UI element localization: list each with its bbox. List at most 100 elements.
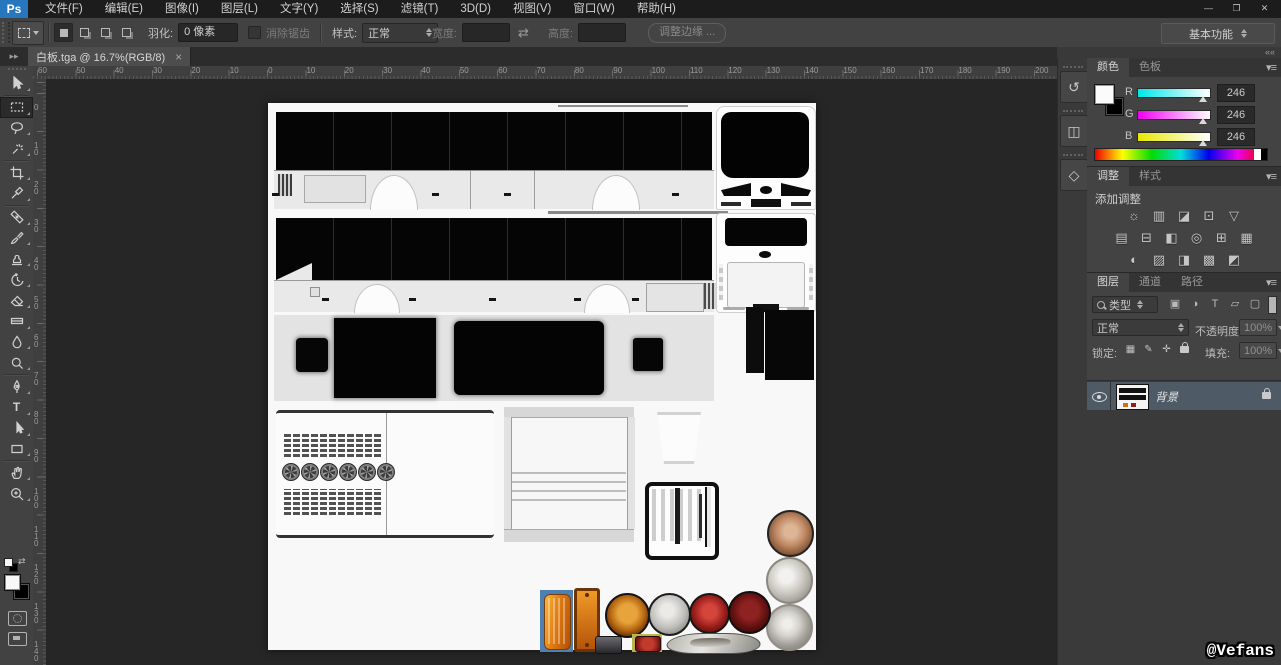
selection-add-button[interactable] bbox=[75, 23, 94, 42]
height-input[interactable] bbox=[578, 23, 626, 42]
channel-value-input[interactable]: 246 bbox=[1217, 84, 1255, 102]
pasteboard[interactable] bbox=[46, 79, 1057, 665]
menu-item-2[interactable]: 图像(I) bbox=[154, 0, 210, 18]
menu-item-10[interactable]: 帮助(H) bbox=[626, 0, 687, 18]
channel-mixer-icon[interactable]: ⊞ bbox=[1212, 229, 1232, 246]
crop-tool[interactable] bbox=[0, 162, 33, 183]
shape-layer-filter-icon[interactable]: ▱ bbox=[1227, 296, 1243, 312]
workspace-switcher[interactable]: 基本功能 bbox=[1161, 23, 1275, 44]
tab-图层[interactable]: 图层 bbox=[1087, 273, 1129, 292]
color-balance-icon[interactable]: ⊟ bbox=[1137, 229, 1157, 246]
menu-item-3[interactable]: 图层(L) bbox=[210, 0, 269, 18]
slider-thumb-icon[interactable] bbox=[1199, 118, 1207, 124]
move-tool[interactable] bbox=[0, 73, 33, 94]
lock-all-icon[interactable] bbox=[1177, 342, 1192, 357]
fill-value[interactable]: 100% bbox=[1239, 342, 1277, 359]
brightness-contrast-icon[interactable]: ☼ bbox=[1124, 207, 1144, 224]
menu-item-9[interactable]: 窗口(W) bbox=[562, 0, 626, 18]
lock-transparent-icon[interactable]: ▦ bbox=[1123, 342, 1138, 357]
hue-saturation-icon[interactable]: ▤ bbox=[1112, 229, 1132, 246]
eyedropper-tool[interactable] bbox=[0, 183, 33, 204]
horizontal-ruler[interactable]: 6050403020100102030405060708090100110120… bbox=[33, 66, 1057, 80]
tab-通道[interactable]: 通道 bbox=[1129, 273, 1171, 292]
smart-object-filter-icon[interactable]: ▢ bbox=[1247, 296, 1263, 312]
photo-filter-icon[interactable]: ◎ bbox=[1187, 229, 1207, 246]
layer-filter-type-select[interactable]: 类型 bbox=[1092, 296, 1158, 313]
color-lookup-icon[interactable]: ▦ bbox=[1237, 229, 1257, 246]
minimize-button[interactable]: — bbox=[1195, 1, 1222, 16]
quick-mask-button[interactable] bbox=[8, 611, 27, 626]
rectangle-tool[interactable] bbox=[0, 439, 33, 460]
style-select[interactable]: 正常 bbox=[362, 23, 438, 43]
close-button[interactable]: ✕ bbox=[1251, 1, 1278, 16]
gradient-tool[interactable] bbox=[0, 311, 33, 332]
menu-item-8[interactable]: 视图(V) bbox=[502, 0, 562, 18]
type-tool[interactable]: T bbox=[0, 397, 33, 418]
channel-value-input[interactable]: 246 bbox=[1217, 106, 1255, 124]
document-tab[interactable]: 白板.tga @ 16.7%(RGB/8) × bbox=[28, 47, 191, 66]
panel-menu-icon[interactable]: ▾≡ bbox=[1266, 170, 1276, 183]
properties-panel-button[interactable]: ◫ bbox=[1060, 115, 1088, 147]
eraser-tool[interactable] bbox=[0, 290, 33, 311]
exposure-icon[interactable]: ⊡ bbox=[1199, 207, 1219, 224]
tab-路径[interactable]: 路径 bbox=[1171, 273, 1213, 292]
menu-item-4[interactable]: 文字(Y) bbox=[269, 0, 329, 18]
menu-item-7[interactable]: 3D(D) bbox=[449, 0, 502, 18]
zoom-tool[interactable] bbox=[0, 483, 33, 504]
opacity-value[interactable]: 100% bbox=[1239, 319, 1277, 336]
selective-color-icon[interactable]: ◩ bbox=[1224, 251, 1244, 268]
screen-mode-button[interactable] bbox=[8, 632, 27, 646]
adjustment-layer-filter-icon[interactable]: ◑ bbox=[1187, 296, 1203, 312]
menu-item-1[interactable]: 编辑(E) bbox=[94, 0, 154, 18]
posterize-icon[interactable]: ▨ bbox=[1149, 251, 1169, 268]
visibility-cell[interactable] bbox=[1087, 382, 1111, 410]
threshold-icon[interactable]: ◨ bbox=[1174, 251, 1194, 268]
swap-dimensions-icon[interactable]: ⇄ bbox=[518, 25, 529, 41]
foreground-swatch[interactable] bbox=[1094, 84, 1115, 105]
pen-tool[interactable] bbox=[0, 376, 33, 397]
curves-icon[interactable]: ◪ bbox=[1174, 207, 1194, 224]
slider-thumb-icon[interactable] bbox=[1199, 140, 1207, 146]
channel-value-input[interactable]: 246 bbox=[1217, 128, 1255, 146]
selection-subtract-button[interactable] bbox=[96, 23, 115, 42]
toolbar-collapse-icon[interactable]: ▸▸ bbox=[0, 47, 28, 66]
gradient-map-icon[interactable]: ▩ bbox=[1199, 251, 1219, 268]
blur-tool[interactable] bbox=[0, 332, 33, 353]
feather-input[interactable]: 0 像素 bbox=[178, 23, 238, 42]
tab-样式[interactable]: 样式 bbox=[1129, 167, 1171, 186]
document-canvas[interactable] bbox=[268, 103, 816, 650]
tab-颜色[interactable]: 颜色 bbox=[1087, 58, 1129, 77]
lock-position-icon[interactable]: ✛ bbox=[1159, 342, 1174, 357]
menu-item-5[interactable]: 选择(S) bbox=[329, 0, 389, 18]
type-layer-filter-icon[interactable]: T bbox=[1207, 296, 1223, 312]
default-swap-colors[interactable]: ⇄ bbox=[4, 558, 28, 572]
color-spectrum-ramp[interactable] bbox=[1094, 148, 1268, 161]
tab-色板[interactable]: 色板 bbox=[1129, 58, 1171, 77]
tool-preset-picker[interactable] bbox=[12, 21, 44, 45]
foreground-color-swatch[interactable] bbox=[4, 574, 21, 591]
tab-调整[interactable]: 调整 bbox=[1087, 167, 1129, 186]
filter-toggle[interactable] bbox=[1268, 296, 1277, 314]
panel-menu-icon[interactable]: ▾≡ bbox=[1266, 276, 1276, 289]
invert-icon[interactable]: ◐ bbox=[1124, 251, 1144, 268]
history-panel-button[interactable]: ↺ bbox=[1060, 71, 1088, 103]
spot-healing-tool[interactable] bbox=[0, 207, 33, 228]
pixel-layer-filter-icon[interactable]: ▣ bbox=[1167, 296, 1183, 312]
slider-thumb-icon[interactable] bbox=[1199, 96, 1207, 102]
selection-intersect-button[interactable] bbox=[117, 23, 136, 42]
hand-tool[interactable] bbox=[0, 462, 33, 483]
rectangular-marquee-tool[interactable] bbox=[0, 97, 33, 118]
black-white-icon[interactable]: ◧ bbox=[1162, 229, 1182, 246]
3d-panel-button[interactable]: ◇ bbox=[1060, 159, 1088, 191]
panel-menu-icon[interactable]: ▾≡ bbox=[1266, 61, 1276, 74]
tab-close-icon[interactable]: × bbox=[175, 50, 182, 64]
refine-edge-button[interactable]: 调整边缘 ... bbox=[648, 23, 726, 43]
layer-thumbnail[interactable] bbox=[1116, 384, 1149, 410]
layer-row-background[interactable]: 背景 bbox=[1087, 382, 1281, 410]
levels-icon[interactable]: ▥ bbox=[1149, 207, 1169, 224]
menu-item-6[interactable]: 滤镜(T) bbox=[390, 0, 450, 18]
dock-collapse-bar[interactable]: «« bbox=[1057, 47, 1281, 58]
width-input[interactable] bbox=[462, 23, 510, 42]
quick-selection-tool[interactable] bbox=[0, 138, 33, 159]
selection-new-button[interactable] bbox=[54, 23, 73, 42]
